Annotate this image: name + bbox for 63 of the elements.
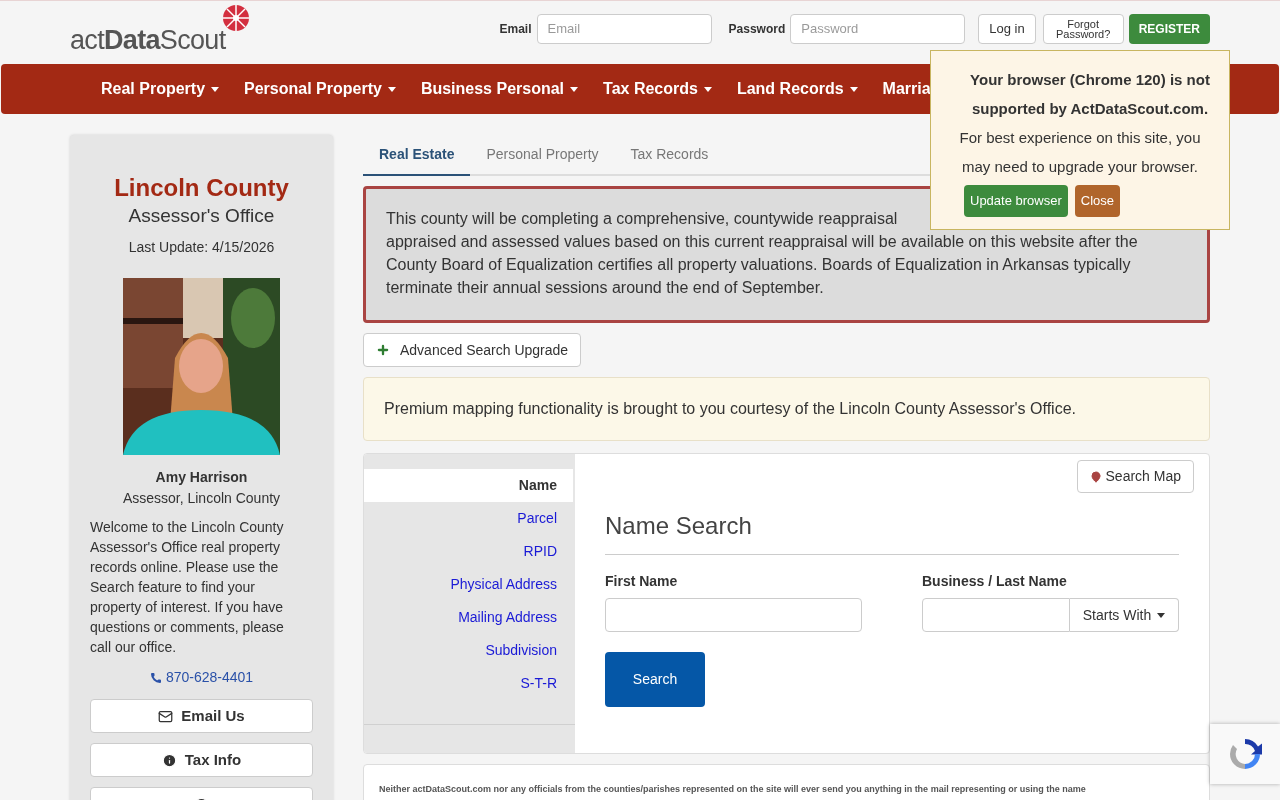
advanced-search-button[interactable]: Advanced Search Upgrade — [363, 333, 582, 367]
nav-menu-item[interactable]: Land Records — [736, 77, 858, 101]
close-button[interactable]: Close — [1074, 185, 1121, 217]
notice-text-line: This county will be completing a comprehensive, countywide reappraisal — [386, 209, 898, 229]
forgot-password-button[interactable]: Forgot Password? — [1042, 13, 1124, 44]
password-field[interactable]: Password — [790, 13, 966, 44]
nav-menu-item[interactable]: Tax Records — [603, 77, 712, 101]
logo-text[interactable]: actDataScout — [70, 20, 226, 61]
tab[interactable]: Tax Records — [614, 135, 725, 174]
tab[interactable]: Personal Property — [470, 135, 615, 174]
notice-text-line: terminate their annual sessions around the end of September. — [386, 278, 824, 298]
assessor-role: Assessor, Lincoln County — [122, 489, 281, 508]
caret-icon — [211, 86, 220, 92]
email-label: Email — [499, 20, 532, 38]
search-type-item[interactable]: RPID — [364, 535, 573, 568]
email-field[interactable]: Email — [536, 13, 712, 44]
search-type-item[interactable]: Name — [364, 469, 573, 502]
sidebar-button[interactable]: Tax Info — [90, 743, 313, 777]
envelope-icon — [158, 708, 174, 724]
search-type-item[interactable]: Physical Address — [364, 568, 573, 601]
nav-menu-item[interactable]: Marria — [882, 77, 931, 101]
phone-link[interactable]: 870-628-4401 — [149, 667, 254, 688]
login-button[interactable]: Log in — [978, 13, 1036, 44]
notice-text-line: appraised and assessed values based on this current reappraisal will be available on this website after the — [386, 232, 1138, 252]
match-dropdown[interactable]: Starts With — [1070, 598, 1179, 632]
first-name-field[interactable] — [605, 598, 862, 632]
sidebar-button[interactable]: Email Us — [90, 699, 313, 733]
nav-menu-item[interactable]: Personal Property — [244, 77, 396, 101]
plus-icon — [376, 343, 390, 357]
password-label: Password — [728, 20, 786, 38]
form-title: Name Search — [605, 511, 753, 541]
premium-text: Premium mapping functionality is brought to you courtesy of the Lincoln County Assessor's Office. — [384, 399, 1076, 419]
phone-icon — [149, 671, 162, 684]
popup-title: Your browser (Chrome 120) is not supported by ActDataScout.com. — [969, 70, 1211, 119]
last-name-field[interactable] — [922, 598, 1070, 632]
tab[interactable]: Real Estate — [363, 135, 471, 176]
welcome-text: Welcome to the Lincoln County Assessor's Office real property records online. Please use the Search feature to find your property of interest. If you have questions or comments, please call our office. — [90, 518, 285, 657]
caret-icon — [703, 86, 712, 92]
map-pin-icon — [1089, 470, 1102, 483]
first-name-label: First Name — [605, 572, 679, 591]
search-map-button[interactable]: Search Map — [1076, 460, 1194, 493]
footer-text: Neither actDataScout.com nor any officials from the counties/parishes represented on the site will ever send you anything in the mail representing or using the name — [379, 783, 1087, 796]
search-type-item[interactable]: S-T-R — [364, 667, 573, 700]
search-type-item[interactable]: Parcel — [364, 502, 573, 535]
caret-icon — [1157, 612, 1166, 618]
office-subtitle: Assessor's Office — [128, 204, 275, 228]
nav-menu-item[interactable]: Real Property — [101, 77, 220, 101]
caret-icon — [570, 86, 579, 92]
county-title: Lincoln County — [114, 173, 289, 203]
update-browser-button[interactable]: Update browser — [964, 185, 1068, 217]
info-icon — [161, 752, 177, 768]
notice-text-line: County Board of Equalization certifies all property valuations. Boards of Equalization in Arkansas typically — [386, 255, 1131, 275]
nav-menu-item[interactable]: Business Personal — [420, 77, 579, 101]
search-type-item[interactable]: Subdivision — [364, 634, 573, 667]
last-name-label: Business / Last Name — [922, 572, 1068, 591]
popup-text: For best experience on this site, you may need to upgrade your browser. — [958, 128, 1202, 177]
assessor-name: Amy Harrison — [155, 468, 248, 487]
caret-icon — [849, 86, 858, 92]
search-type-item[interactable]: Mailing Address — [364, 601, 573, 634]
register-button[interactable]: REGISTER — [1128, 13, 1210, 44]
last-update: Last Update: 4/15/2026 — [128, 238, 275, 257]
caret-icon — [387, 86, 396, 92]
search-button[interactable]: Search — [605, 652, 705, 707]
